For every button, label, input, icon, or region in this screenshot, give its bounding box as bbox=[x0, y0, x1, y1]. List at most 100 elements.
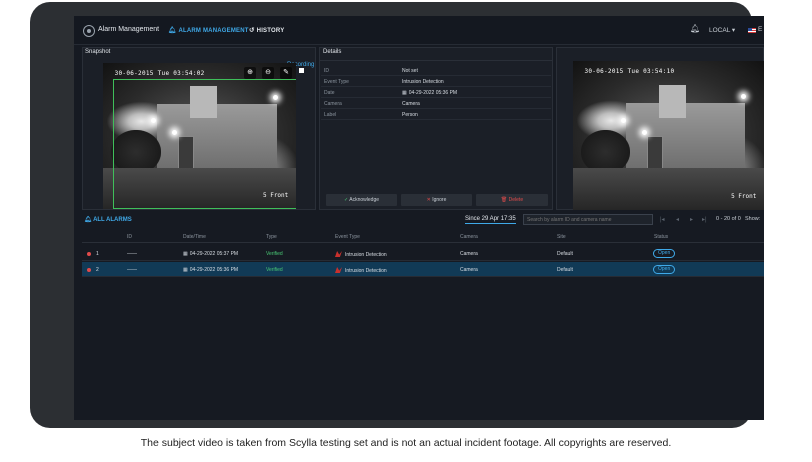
bell-icon: 🔔︎ bbox=[84, 217, 94, 223]
column-header-type[interactable]: Type bbox=[266, 234, 277, 240]
since-filter[interactable]: Since 29 Apr 17:35 bbox=[465, 216, 516, 224]
last-page-icon[interactable]: ▸| bbox=[702, 216, 707, 223]
camera-label: 5 Front bbox=[731, 192, 757, 200]
row-site: Default bbox=[557, 251, 573, 257]
cam-lamp-light bbox=[620, 117, 626, 123]
first-page-icon[interactable]: |◂ bbox=[660, 216, 665, 223]
trash-icon: 🗑︎ bbox=[500, 197, 509, 203]
acknowledge-button[interactable]: ✓ Acknowledge bbox=[326, 194, 397, 206]
ignore-label: Ignore bbox=[432, 197, 447, 203]
snapshot-camera-image[interactable]: 30-06-2015 Tue 03:54:02 5 Front ⊕ ⊖ ✎ bbox=[103, 63, 296, 209]
row-datetime-text: 04-29-2022 05:37 PM bbox=[189, 251, 239, 257]
tab-all-alarms[interactable]: 🔔︎ ALL ALARMS bbox=[84, 216, 132, 223]
column-header-id[interactable]: ID bbox=[127, 234, 132, 240]
app-title: Alarm Management bbox=[98, 26, 160, 33]
calendar-icon: ▦ bbox=[402, 90, 407, 96]
row-type: Verified bbox=[266, 267, 283, 273]
pen-icon[interactable]: ✎ bbox=[280, 67, 292, 79]
column-header-camera[interactable]: Camera bbox=[460, 234, 478, 240]
top-navigation-bar: Alarm Management 🔔︎ ALARM MANAGEMENT ↺ HIS… bbox=[74, 16, 764, 45]
row-datetime: ▦ 04-29-2022 05:37 PM bbox=[183, 251, 238, 257]
alarms-table-header: ID Date/Time Type Event Type Camera Site… bbox=[82, 231, 764, 243]
intrusion-icon bbox=[335, 251, 342, 257]
next-page-icon[interactable]: ▸ bbox=[690, 216, 693, 223]
detail-row-id: ID Not set bbox=[321, 65, 551, 76]
column-header-datetime[interactable]: Date/Time bbox=[183, 234, 206, 240]
row-type: Verified bbox=[266, 251, 283, 257]
detail-row-event-type: Event Type Intrusion Detection bbox=[321, 76, 551, 87]
alarm-dot-icon bbox=[87, 252, 91, 256]
footage-disclaimer: The subject video is taken from Scylla t… bbox=[140, 437, 672, 449]
notifications-bell-icon[interactable]: 🔔︎ bbox=[690, 24, 700, 33]
detail-value: ▦ 04-29-2022 05:36 PM bbox=[402, 90, 457, 96]
app-screen: Alarm Management 🔔︎ ALARM MANAGEMENT ↺ HIS… bbox=[74, 16, 764, 420]
column-header-event-type[interactable]: Event Type bbox=[335, 234, 360, 240]
cam-door bbox=[647, 135, 663, 172]
row-datetime: ▦ 04-29-2022 05:36 PM bbox=[183, 267, 238, 273]
row-event-type: Intrusion Detection bbox=[335, 267, 387, 274]
snapshot-toolbar: ⊕ ⊖ ✎ bbox=[244, 67, 292, 79]
detail-value: Camera bbox=[402, 101, 420, 107]
details-divider bbox=[319, 60, 553, 61]
zoom-in-icon[interactable]: ⊕ bbox=[244, 67, 256, 79]
detail-key: Camera bbox=[324, 101, 342, 107]
delete-button[interactable]: 🗑︎ Delete bbox=[476, 194, 548, 206]
row-id: —— bbox=[127, 267, 137, 273]
app-logo-icon bbox=[83, 25, 95, 37]
detail-key: ID bbox=[324, 68, 329, 74]
row-index: 2 bbox=[96, 267, 99, 273]
prev-page-icon[interactable]: ◂ bbox=[676, 216, 679, 223]
row-index: 1 bbox=[96, 251, 99, 257]
table-row[interactable]: 1 —— ▦ 04-29-2022 05:37 PM Verified Intru… bbox=[82, 246, 764, 261]
page-size-label[interactable]: Show: bbox=[745, 216, 760, 222]
nav-history[interactable]: ↺ HISTORY bbox=[249, 26, 284, 34]
locale-dropdown[interactable]: LOCAL ▾ bbox=[709, 26, 735, 34]
cam-lamp-light bbox=[741, 93, 747, 99]
row-event-type: Intrusion Detection bbox=[335, 251, 387, 258]
row-datetime-text: 04-29-2022 05:36 PM bbox=[189, 267, 239, 273]
language-label[interactable]: E bbox=[758, 26, 762, 33]
detail-value: Not set bbox=[402, 68, 418, 74]
detail-key: Event Type bbox=[324, 79, 349, 85]
row-camera: Camera bbox=[460, 251, 478, 257]
row-camera: Camera bbox=[460, 267, 478, 273]
bell-icon: 🔔︎ bbox=[168, 27, 177, 34]
status-badge: Open bbox=[653, 249, 676, 258]
ignore-button[interactable]: ✕ Ignore bbox=[401, 194, 472, 206]
nav-alarm-management-label: ALARM MANAGEMENT bbox=[178, 28, 249, 34]
nav-alarm-management[interactable]: 🔔︎ ALARM MANAGEMENT bbox=[168, 26, 249, 34]
alarm-dot-icon bbox=[87, 268, 91, 272]
camera-timestamp: 30-06-2015 Tue 03:54:02 bbox=[114, 70, 205, 78]
snapshot-title: Snapshot bbox=[85, 49, 111, 55]
chevron-down-icon: ▾ bbox=[730, 27, 736, 34]
us-flag-icon[interactable] bbox=[748, 28, 756, 33]
intrusion-icon bbox=[335, 267, 342, 273]
calendar-icon: ▦ bbox=[183, 251, 188, 257]
detail-value: Intrusion Detection bbox=[402, 79, 444, 85]
row-id: —— bbox=[127, 251, 137, 257]
device-frame: Alarm Management 🔔︎ ALARM MANAGEMENT ↺ HIS… bbox=[30, 2, 764, 428]
detail-row-date: Date ▦ 04-29-2022 05:36 PM bbox=[321, 87, 551, 98]
nav-history-label: HISTORY bbox=[256, 28, 285, 34]
alarms-toolbar: 🔔︎ ALL ALARMS Since 29 Apr 17:35 |◂ ◂ ▸ … bbox=[82, 213, 764, 227]
table-row[interactable]: 2 —— ▦ 04-29-2022 05:36 PM Verified Intru… bbox=[82, 262, 764, 277]
alarm-search-input[interactable] bbox=[523, 214, 653, 225]
locale-label: LOCAL bbox=[709, 27, 731, 34]
detection-bounding-box bbox=[113, 79, 296, 209]
acknowledge-label: Acknowledge bbox=[349, 197, 380, 203]
zoom-out-icon[interactable]: ⊖ bbox=[262, 67, 274, 79]
history-icon: ↺ bbox=[249, 27, 255, 34]
camera-timestamp: 30-06-2015 Tue 03:54:10 bbox=[584, 68, 675, 76]
row-site: Default bbox=[557, 267, 573, 273]
status-badge: Open bbox=[653, 265, 676, 274]
row-event-type-text: Intrusion Detection bbox=[345, 252, 387, 258]
column-header-site[interactable]: Site bbox=[557, 234, 566, 240]
page-range: 0 - 20 of 0 bbox=[716, 216, 741, 222]
detail-row-label: Label Person bbox=[321, 109, 551, 120]
detail-row-camera: Camera Camera bbox=[321, 98, 551, 109]
live-camera-image[interactable]: 30-06-2015 Tue 03:54:10 5 Front bbox=[573, 61, 764, 210]
detail-key: Date bbox=[324, 90, 335, 96]
column-header-status[interactable]: Status bbox=[654, 234, 668, 240]
tab-all-alarms-label: ALL ALARMS bbox=[93, 217, 132, 223]
calendar-icon: ▦ bbox=[183, 267, 188, 273]
